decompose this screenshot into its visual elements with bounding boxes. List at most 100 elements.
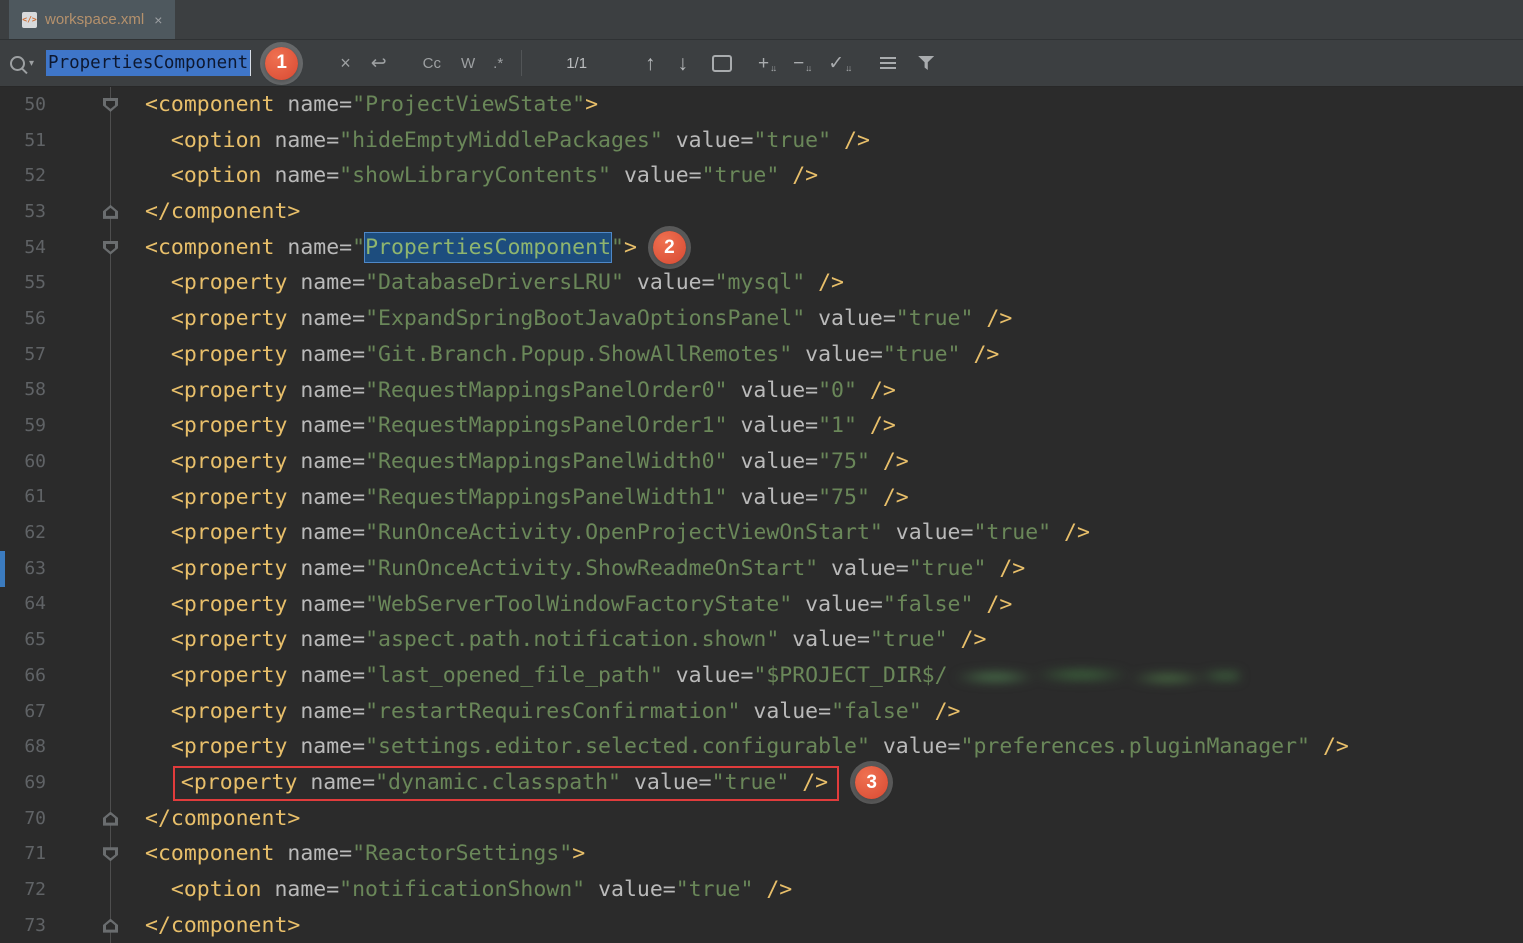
next-match-icon[interactable]: ↓ bbox=[678, 53, 689, 74]
code-text[interactable]: <property name="restartRequiresConfirmat… bbox=[145, 694, 961, 730]
code-token: > bbox=[624, 235, 637, 260]
code-token: "1" bbox=[818, 413, 857, 438]
code-token: "true" bbox=[973, 520, 1051, 545]
fold-gutter bbox=[46, 444, 145, 480]
code-token: "last_opened_file_path" bbox=[365, 663, 663, 688]
fold-start-icon[interactable] bbox=[103, 98, 118, 112]
ide-window: </> workspace.xml × ▾ PropertiesComponen… bbox=[0, 0, 1523, 943]
code-token: /> bbox=[831, 128, 870, 153]
code-text[interactable]: <property name="RunOnceActivity.ShowRead… bbox=[145, 551, 1025, 587]
previous-match-icon[interactable]: ↑ bbox=[645, 53, 656, 74]
code-text[interactable]: <component name="ReactorSettings"> bbox=[145, 836, 585, 872]
code-token: <property bbox=[171, 592, 288, 617]
match-case-toggle[interactable]: Cc bbox=[423, 55, 441, 72]
code-text[interactable]: <property name="Git.Branch.Popup.ShowAll… bbox=[145, 337, 999, 373]
select-all-occurrences-icon[interactable]: ✓ ↓↓ bbox=[828, 54, 850, 73]
indent bbox=[145, 163, 171, 188]
code-token: "preferences.pluginManager" bbox=[961, 734, 1311, 759]
code-line: 61 <property name="RequestMappingsPanelW… bbox=[0, 480, 1523, 516]
tab-workspace-xml[interactable]: </> workspace.xml × bbox=[9, 0, 175, 39]
code-text[interactable]: <component name="PropertiesComponent">2 bbox=[145, 230, 686, 266]
code-text[interactable]: </component> bbox=[145, 194, 300, 230]
fold-end-icon[interactable] bbox=[103, 205, 118, 219]
search-icon[interactable]: ▾ bbox=[10, 56, 34, 71]
editor-tab-bar: </> workspace.xml × bbox=[0, 0, 1523, 40]
line-number: 58 bbox=[0, 381, 46, 399]
filter-icon[interactable] bbox=[918, 56, 934, 70]
code-line: 58 <property name="RequestMappingsPanelO… bbox=[0, 373, 1523, 409]
code-editor[interactable]: 50<component name="ProjectViewState">51 … bbox=[0, 87, 1523, 943]
code-token: value= bbox=[621, 770, 712, 795]
code-line: 67 <property name="restartRequiresConfir… bbox=[0, 694, 1523, 730]
code-token: <property bbox=[171, 270, 288, 295]
line-number: 52 bbox=[0, 167, 46, 185]
line-number: 63 bbox=[0, 560, 46, 578]
code-text[interactable]: <property name="ExpandSpringBootJavaOpti… bbox=[145, 301, 1012, 337]
search-history-chevron-icon[interactable]: ▾ bbox=[29, 58, 34, 69]
code-token: <property bbox=[171, 699, 288, 724]
fold-gutter bbox=[46, 515, 145, 551]
newline-icon[interactable]: ↩ bbox=[371, 54, 387, 73]
code-token: "true" bbox=[909, 556, 987, 581]
fold-gutter bbox=[46, 373, 145, 409]
code-text[interactable]: <option name="notificationShown" value="… bbox=[145, 872, 792, 908]
filter-options-icon[interactable] bbox=[880, 57, 896, 69]
match-counter: 1/1 bbox=[566, 55, 587, 72]
code-text[interactable]: <property name="aspect.path.notification… bbox=[145, 622, 986, 658]
indent bbox=[145, 306, 171, 331]
line-number: 65 bbox=[0, 631, 46, 649]
code-token: /> bbox=[922, 699, 961, 724]
code-line: 62 <property name="RunOnceActivity.OpenP… bbox=[0, 515, 1523, 551]
code-text[interactable]: <property name="RunOnceActivity.OpenProj… bbox=[145, 515, 1090, 551]
line-number: 53 bbox=[0, 203, 46, 221]
fold-gutter bbox=[46, 587, 145, 623]
fold-end-icon[interactable] bbox=[103, 812, 118, 826]
fold-gutter bbox=[46, 480, 145, 516]
regex-toggle[interactable]: .* bbox=[493, 55, 503, 72]
code-text[interactable]: </component> bbox=[145, 908, 300, 943]
code-token: <property bbox=[171, 734, 288, 759]
code-text[interactable]: <property name="RequestMappingsPanelWidt… bbox=[145, 444, 909, 480]
fold-start-icon[interactable] bbox=[103, 847, 118, 861]
code-token: "RequestMappingsPanelOrder0" bbox=[365, 378, 727, 403]
code-token: "75" bbox=[818, 485, 870, 510]
code-token: name= bbox=[287, 306, 365, 331]
code-text[interactable]: <property name="dynamic.classpath" value… bbox=[145, 765, 888, 801]
line-number: 72 bbox=[0, 881, 46, 899]
code-token: value= bbox=[805, 306, 896, 331]
code-token: "true" bbox=[883, 342, 961, 367]
code-token: /> bbox=[1051, 520, 1090, 545]
fold-gutter bbox=[46, 408, 145, 444]
code-text[interactable]: <property name="RequestMappingsPanelWidt… bbox=[145, 480, 909, 516]
whole-words-toggle[interactable]: W bbox=[461, 55, 475, 72]
clear-search-icon[interactable]: × bbox=[340, 54, 351, 72]
search-input[interactable]: PropertiesComponent bbox=[46, 53, 251, 73]
fold-start-icon[interactable] bbox=[103, 241, 118, 255]
remove-occurrence-icon[interactable]: − ↓↓ bbox=[793, 54, 810, 73]
code-token: "notificationShown" bbox=[339, 877, 585, 902]
code-text[interactable]: <property name="DatabaseDriversLRU" valu… bbox=[145, 265, 844, 301]
code-token: <option bbox=[171, 877, 262, 902]
code-text[interactable]: <property name="RequestMappingsPanelOrde… bbox=[145, 373, 896, 409]
add-occurrence-icon[interactable]: + ↓↓ bbox=[758, 54, 775, 73]
fold-gutter bbox=[46, 836, 145, 872]
code-text[interactable]: <property name="last_opened_file_path" v… bbox=[145, 658, 1240, 694]
code-text[interactable]: </component> bbox=[145, 801, 300, 837]
code-token: <property bbox=[171, 413, 288, 438]
xml-file-icon: </> bbox=[22, 12, 37, 28]
code-text[interactable]: <property name="settings.editor.selected… bbox=[145, 729, 1349, 765]
fold-gutter bbox=[46, 337, 145, 373]
code-token: "true" bbox=[870, 627, 948, 652]
code-text[interactable]: <option name="hideEmptyMiddlePackages" v… bbox=[145, 123, 870, 159]
code-token: "RunOnceActivity.OpenProjectViewOnStart" bbox=[365, 520, 883, 545]
code-text[interactable]: <property name="WebServerToolWindowFacto… bbox=[145, 587, 1012, 623]
down-arrows-glyph: ↓↓ bbox=[805, 64, 810, 73]
line-number: 66 bbox=[0, 667, 46, 685]
code-text[interactable]: <component name="ProjectViewState"> bbox=[145, 87, 598, 123]
search-in-selection-icon[interactable] bbox=[712, 55, 732, 72]
close-tab-icon[interactable]: × bbox=[154, 12, 162, 28]
code-text[interactable]: <option name="showLibraryContents" value… bbox=[145, 158, 818, 194]
code-token: "false" bbox=[831, 699, 922, 724]
code-text[interactable]: <property name="RequestMappingsPanelOrde… bbox=[145, 408, 896, 444]
fold-end-icon[interactable] bbox=[103, 919, 118, 933]
